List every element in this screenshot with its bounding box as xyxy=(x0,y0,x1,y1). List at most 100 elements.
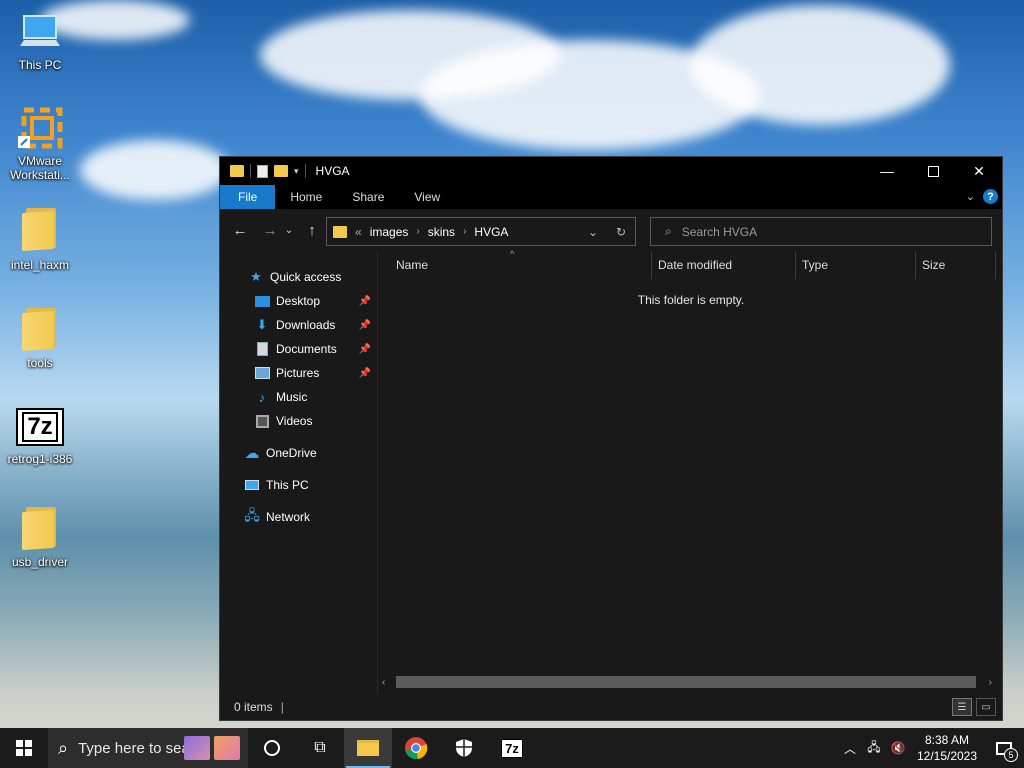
column-date-modified[interactable]: Date modified xyxy=(652,251,796,279)
overflow-crumb[interactable]: « xyxy=(355,225,362,239)
details-view-icon: ☰ xyxy=(957,701,967,713)
nav-desktop[interactable]: Desktop 📌 xyxy=(220,289,377,313)
refresh-icon[interactable]: ↻ xyxy=(607,225,635,239)
horizontal-scrollbar[interactable]: ‹ › xyxy=(378,674,994,690)
properties-icon[interactable] xyxy=(257,164,268,178)
quick-access-toolbar: ▾ xyxy=(220,164,306,178)
nav-label: This PC xyxy=(266,478,309,492)
new-folder-icon[interactable] xyxy=(274,165,288,177)
chevron-right-icon[interactable]: › xyxy=(463,226,466,237)
address-dropdown-icon[interactable]: ⌄ xyxy=(579,225,607,239)
details-view-button[interactable]: ☰ xyxy=(952,698,972,716)
taskbar-search[interactable]: ⌕ xyxy=(48,728,248,768)
pin-icon[interactable]: 📌 xyxy=(359,320,371,331)
chevron-right-icon[interactable]: › xyxy=(416,226,419,237)
chevron-down-icon: ⌄ xyxy=(284,224,294,236)
nav-downloads[interactable]: ⬇ Downloads 📌 xyxy=(220,313,377,337)
clock-date: 12/15/2023 xyxy=(916,749,978,763)
pin-icon[interactable]: 📌 xyxy=(359,344,371,355)
search-icon: ⌕ xyxy=(665,224,672,238)
navigation-pane: ★ Quick access Desktop 📌 ⬇ Downloads 📌 D… xyxy=(220,251,378,694)
nav-videos[interactable]: Videos xyxy=(220,409,377,433)
file-explorer-icon xyxy=(357,740,379,756)
column-name[interactable]: Name ^ xyxy=(390,249,652,279)
cortana-button[interactable] xyxy=(248,728,296,768)
tab-home[interactable]: Home xyxy=(275,185,337,209)
breadcrumb-images[interactable]: images xyxy=(370,225,409,239)
desktop-icon-intel-haxm[interactable]: intel_haxm xyxy=(2,206,78,272)
search-highlights-icon[interactable] xyxy=(184,732,248,764)
pin-icon[interactable]: 📌 xyxy=(359,296,371,307)
search-input[interactable] xyxy=(681,224,962,239)
chrome-icon xyxy=(405,737,428,760)
address-bar[interactable]: « images › skins › HVGA ⌄ ↻ xyxy=(326,217,636,246)
pictures-icon xyxy=(254,365,270,381)
forward-button[interactable]: → xyxy=(258,218,282,242)
window-title: HVGA xyxy=(315,164,350,178)
nav-label: Music xyxy=(276,390,308,404)
item-count: 0 items xyxy=(234,700,273,714)
desktop-icon-vmware[interactable]: VMware Workstati... xyxy=(2,104,78,182)
desktop-icon-retrog1[interactable]: 7z retrog1-i386 xyxy=(2,408,78,466)
desktop-icon-label: This PC xyxy=(18,58,62,72)
expand-ribbon-icon[interactable]: ⌄ xyxy=(966,190,975,203)
up-button[interactable]: ↑ xyxy=(300,218,324,242)
show-hidden-icons-icon[interactable]: ︿ xyxy=(838,740,862,757)
column-headers: Name ^ Date modified Type Size xyxy=(378,249,1002,279)
recent-locations-button[interactable]: ⌄ xyxy=(282,218,296,242)
customize-toolbar-icon[interactable]: ▾ xyxy=(294,166,299,177)
tab-view[interactable]: View xyxy=(399,185,455,209)
nav-pictures[interactable]: Pictures 📌 xyxy=(220,361,377,385)
pin-icon[interactable]: 📌 xyxy=(359,368,371,379)
nav-this-pc[interactable]: This PC xyxy=(220,473,377,497)
desktop-icon-this-pc[interactable]: This PC xyxy=(2,8,78,72)
nav-onedrive[interactable]: ☁ OneDrive xyxy=(220,441,377,465)
nav-quick-access[interactable]: ★ Quick access xyxy=(220,265,377,289)
folder-icon xyxy=(230,165,244,177)
file-list[interactable]: Name ^ Date modified Type Size This fold… xyxy=(378,249,1002,694)
column-type[interactable]: Type xyxy=(796,251,916,279)
taskbar-7zip[interactable]: 7z xyxy=(488,728,536,768)
desktop-icon-usb-driver[interactable]: usb_driver xyxy=(2,505,78,569)
desktop-icon-tools[interactable]: tools xyxy=(2,306,78,370)
breadcrumb-skins[interactable]: skins xyxy=(428,225,455,239)
nav-music[interactable]: ♪ Music xyxy=(220,385,377,409)
large-icons-view-button[interactable]: ▭ xyxy=(976,698,996,716)
close-button[interactable]: ✕ xyxy=(956,157,1002,185)
network-icon[interactable]: 🖧 xyxy=(862,738,886,759)
scrollbar-thumb[interactable] xyxy=(396,676,976,688)
arrow-left-icon: ← xyxy=(232,221,248,239)
network-icon: 🖧 xyxy=(244,507,260,523)
minimize-button[interactable]: — xyxy=(864,157,910,185)
tab-share[interactable]: Share xyxy=(337,185,399,209)
taskbar-file-explorer[interactable] xyxy=(344,728,392,768)
breadcrumb-hvga[interactable]: HVGA xyxy=(474,225,508,239)
nav-documents[interactable]: Documents 📌 xyxy=(220,337,377,361)
scroll-right-icon[interactable]: › xyxy=(989,677,992,688)
cloud-icon: ☁ xyxy=(244,445,260,462)
nav-label: Network xyxy=(266,510,311,524)
volume-muted-icon[interactable]: 🔇 xyxy=(886,741,910,755)
maximize-icon xyxy=(927,165,939,177)
notification-count-badge: 5 xyxy=(1004,748,1018,762)
taskbar-windows-security[interactable] xyxy=(440,728,488,768)
search-box[interactable]: ⌕ xyxy=(650,217,992,246)
taskbar-chrome[interactable] xyxy=(392,728,440,768)
clock[interactable]: 8:38 AM 12/15/2023 xyxy=(910,732,984,764)
nav-network[interactable]: 🖧 Network xyxy=(220,505,377,529)
tab-file[interactable]: File xyxy=(220,185,276,209)
back-button[interactable]: ← xyxy=(228,218,252,242)
minimize-icon: — xyxy=(880,163,894,179)
action-center-button[interactable]: 5 xyxy=(984,728,1024,768)
maximize-button[interactable] xyxy=(910,157,956,185)
title-bar[interactable]: ▾ HVGA — ✕ xyxy=(220,157,1002,185)
desktop-icon-label: intel_haxm xyxy=(10,258,70,272)
column-size[interactable]: Size xyxy=(916,251,996,279)
help-icon[interactable]: ? xyxy=(983,189,998,204)
scroll-left-icon[interactable]: ‹ xyxy=(382,677,385,688)
sort-ascending-icon: ^ xyxy=(510,249,515,259)
desktop-icon-label: retrog1-i386 xyxy=(7,452,73,466)
task-view-button[interactable]: ⧉ xyxy=(296,728,344,768)
start-button[interactable] xyxy=(0,728,48,768)
separator xyxy=(250,164,251,178)
